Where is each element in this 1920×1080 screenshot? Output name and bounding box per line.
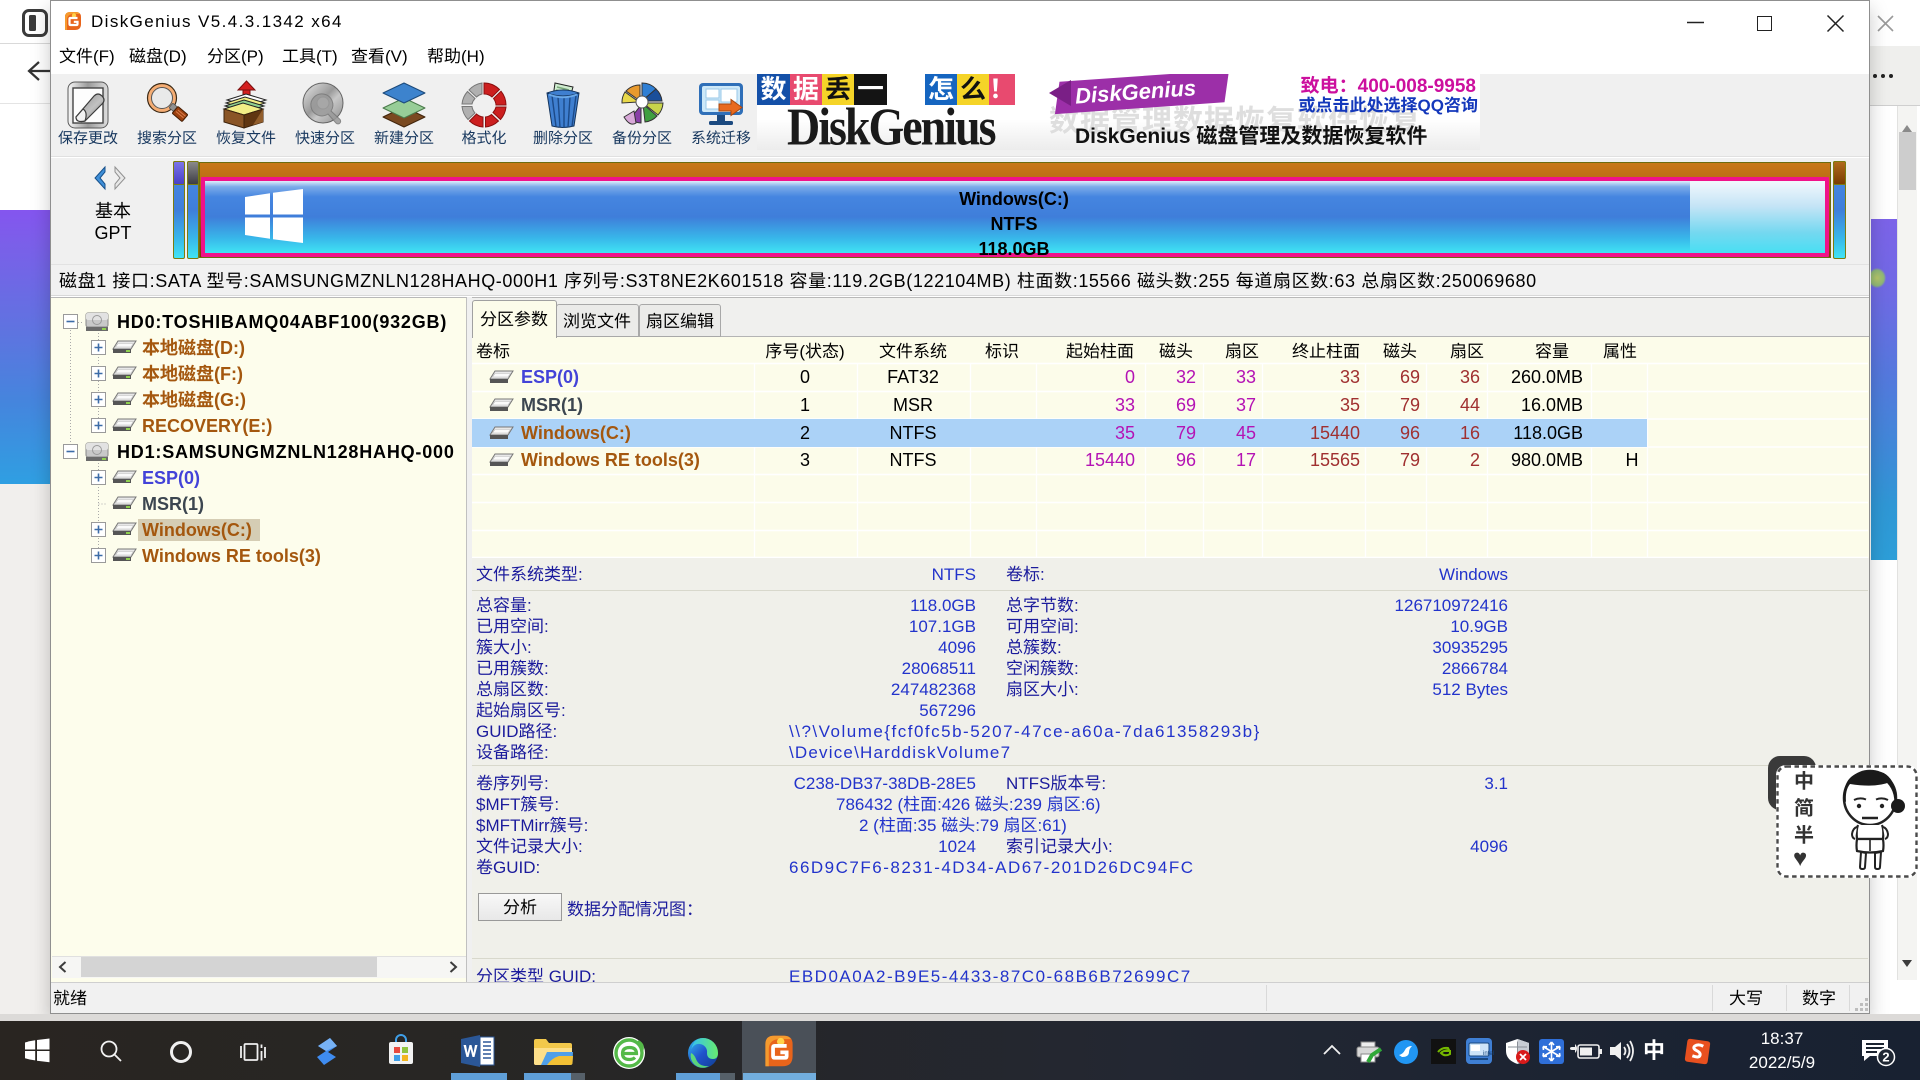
svg-text:intel: intel bbox=[1483, 1051, 1494, 1057]
svg-text:2: 2 bbox=[1882, 1050, 1889, 1065]
